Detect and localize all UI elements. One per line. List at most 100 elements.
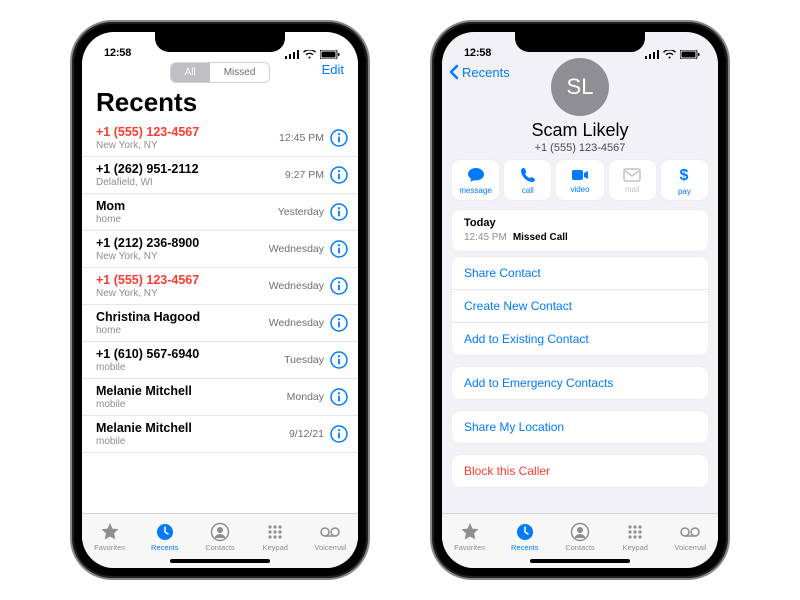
call-type: Missed Call [513, 232, 568, 243]
action-pay[interactable]: $ pay [661, 160, 708, 200]
tab-favorites[interactable]: Favorites [442, 514, 497, 560]
action-label: pay [678, 187, 691, 196]
video-icon [571, 168, 589, 182]
call-number: +1 (212) 236-8900 [96, 236, 269, 250]
recents-row[interactable]: +1 (212) 236-8900New York, NYWednesday [82, 231, 358, 268]
call-number: +1 (555) 123-4567 [96, 125, 279, 139]
segment-missed[interactable]: Missed [210, 63, 270, 82]
svg-text:$: $ [680, 167, 689, 184]
call-time: 12:45 PM [464, 232, 507, 243]
phone-frame-right: 12:58 Recents SL Scam Likely +1 (555) 12… [430, 20, 730, 580]
tab-keypad[interactable]: Keypad [608, 514, 663, 560]
tab-label: Voicemail [314, 543, 346, 552]
call-history-section: Today 12:45 PM Missed Call [452, 210, 708, 251]
call-number: +1 (262) 951-2112 [96, 162, 285, 176]
action-video[interactable]: video [556, 160, 603, 200]
action-call[interactable]: call [504, 160, 551, 200]
segment-all[interactable]: All [171, 63, 210, 82]
contact-actions-group-c: Share My Location [452, 411, 708, 443]
recents-row[interactable]: +1 (555) 123-4567New York, NY12:45 PM [82, 120, 358, 157]
call-number: Melanie Mitchell [96, 421, 289, 435]
recents-list[interactable]: +1 (555) 123-4567New York, NY12:45 PM+1 … [82, 120, 358, 513]
action-mail: mail [609, 160, 656, 200]
tab-label: Contacts [205, 543, 235, 552]
tab-recents[interactable]: Recents [137, 514, 192, 560]
tab-contacts[interactable]: Contacts [552, 514, 607, 560]
call-subtitle: mobile [96, 362, 284, 373]
phone-frame-left: 12:58 All Missed Edit Recents +1 (555) 1… [70, 20, 370, 580]
recents-row[interactable]: Melanie MitchellmobileMonday [82, 379, 358, 416]
call-number: Christina Hagood [96, 310, 269, 324]
option-cell[interactable]: Create New Contact [452, 290, 708, 323]
info-icon[interactable] [330, 351, 348, 369]
option-cell[interactable]: Add to Emergency Contacts [452, 367, 708, 399]
tab-favorites[interactable]: Favorites [82, 514, 137, 560]
recents-row[interactable]: +1 (555) 123-4567New York, NYWednesday [82, 268, 358, 305]
call-subtitle: mobile [96, 399, 287, 410]
option-cell[interactable]: Share My Location [452, 411, 708, 443]
action-label: message [459, 186, 491, 195]
star-icon [100, 522, 120, 542]
battery-icon [320, 50, 340, 59]
contact-actions-group-a: Share ContactCreate New ContactAdd to Ex… [452, 257, 708, 355]
call-timestamp: 9/12/21 [289, 428, 324, 440]
home-indicator[interactable] [170, 559, 270, 563]
screen-contact-card: 12:58 Recents SL Scam Likely +1 (555) 12… [442, 32, 718, 568]
action-message[interactable]: message [452, 160, 499, 200]
page-title: Recents [82, 83, 358, 120]
recents-row[interactable]: +1 (610) 567-6940mobileTuesday [82, 342, 358, 379]
call-timestamp: Tuesday [284, 354, 324, 366]
today-header: Today [464, 217, 696, 229]
battery-icon [680, 50, 700, 59]
call-timestamp: 12:45 PM [279, 132, 324, 144]
tab-keypad[interactable]: Keypad [248, 514, 303, 560]
info-icon[interactable] [330, 314, 348, 332]
recents-row[interactable]: Melanie Mitchellmobile9/12/21 [82, 416, 358, 453]
info-icon[interactable] [330, 388, 348, 406]
call-subtitle: home [96, 214, 278, 225]
tab-voicemail[interactable]: Voicemail [663, 514, 718, 560]
tab-label: Favorites [94, 543, 125, 552]
info-icon[interactable] [330, 240, 348, 258]
tab-label: Favorites [454, 543, 485, 552]
tab-label: Keypad [622, 543, 647, 552]
option-cell[interactable]: Block this Caller [452, 455, 708, 487]
recents-row[interactable]: +1 (262) 951-2112Delafield, WI9:27 PM [82, 157, 358, 194]
status-icons [645, 50, 700, 59]
tab-voicemail[interactable]: Voicemail [303, 514, 358, 560]
clock-icon [155, 522, 175, 542]
info-icon[interactable] [330, 166, 348, 184]
info-icon[interactable] [330, 129, 348, 147]
call-number: +1 (610) 567-6940 [96, 347, 284, 361]
notch [155, 30, 285, 52]
keypad-icon [625, 522, 645, 542]
contact-actions: message call videomail $ pay [442, 160, 718, 210]
info-icon[interactable] [330, 203, 348, 221]
edit-button[interactable]: Edit [322, 62, 344, 77]
tab-recents[interactable]: Recents [497, 514, 552, 560]
option-cell[interactable]: Add to Existing Contact [452, 323, 708, 355]
segmented-control[interactable]: All Missed [170, 62, 271, 83]
tab-label: Recents [511, 543, 539, 552]
recents-row[interactable]: MomhomeYesterday [82, 194, 358, 231]
wifi-icon [663, 50, 676, 59]
call-timestamp: Monday [287, 391, 324, 403]
mail-icon [623, 168, 641, 182]
call-timestamp: 9:27 PM [285, 169, 324, 181]
avatar: SL [551, 58, 609, 116]
info-icon[interactable] [330, 277, 348, 295]
contact-phone: +1 (555) 123-4567 [442, 142, 718, 154]
call-subtitle: Delafield, WI [96, 177, 285, 188]
home-indicator[interactable] [530, 559, 630, 563]
call-number: +1 (555) 123-4567 [96, 273, 269, 287]
option-cell[interactable]: Share Contact [452, 257, 708, 290]
call-timestamp: Wednesday [269, 317, 324, 329]
tab-label: Contacts [565, 543, 595, 552]
keypad-icon [265, 522, 285, 542]
tab-label: Keypad [262, 543, 287, 552]
call-timestamp: Wednesday [269, 243, 324, 255]
recents-row[interactable]: Christina HagoodhomeWednesday [82, 305, 358, 342]
action-label: call [522, 186, 534, 195]
tab-contacts[interactable]: Contacts [192, 514, 247, 560]
info-icon[interactable] [330, 425, 348, 443]
